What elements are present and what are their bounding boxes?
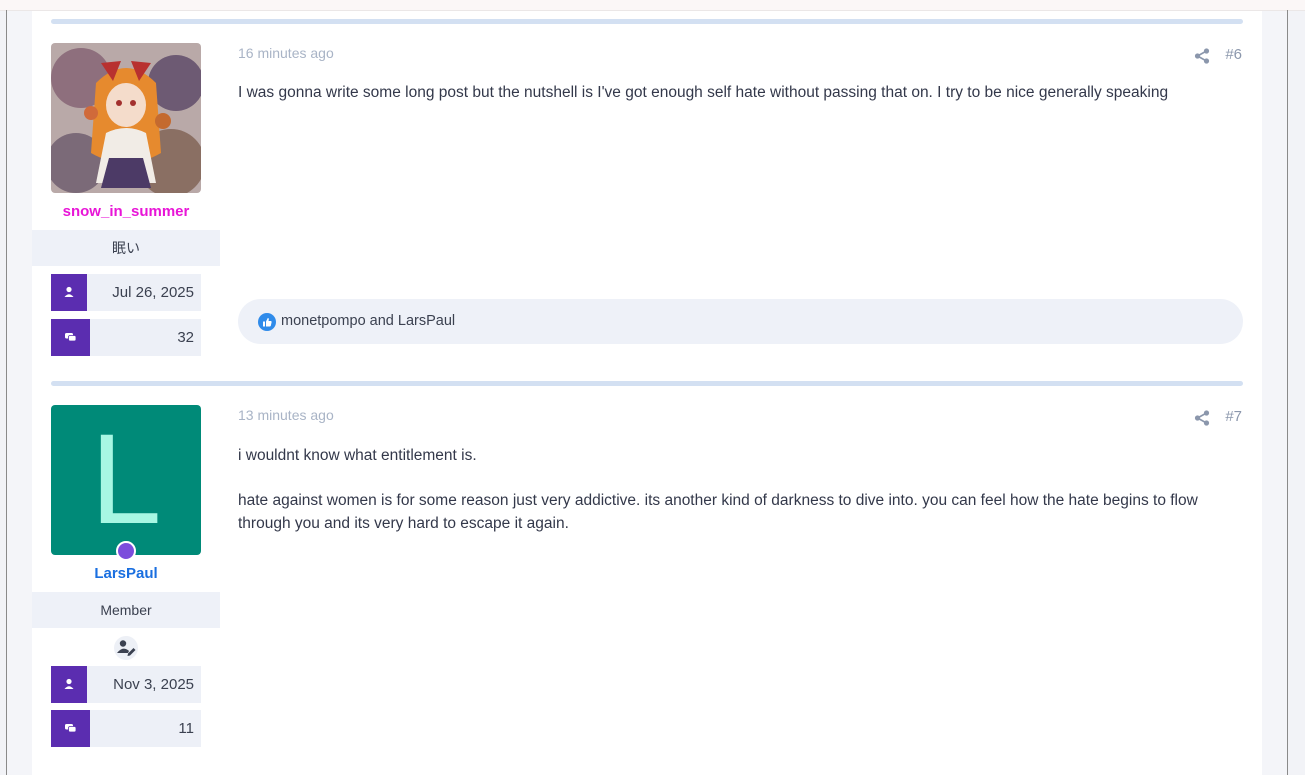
like-icon xyxy=(258,313,276,331)
user-edit-icon xyxy=(114,636,138,660)
message-count: 11 xyxy=(178,720,194,737)
joined-date: Nov 3, 2025 xyxy=(113,676,194,693)
online-status-dot xyxy=(116,541,136,561)
thread-content: snow_in_summer 眠い Jul 26, 2025 32 16 min… xyxy=(32,11,1262,775)
post-paragraph: I was gonna write some long post but the… xyxy=(238,84,1169,101)
post-paragraph: i wouldnt know what entitlement is. xyxy=(238,447,477,464)
username[interactable]: snow_in_summer xyxy=(32,203,220,220)
avatar-letter: L xyxy=(51,405,201,555)
post-number[interactable]: #7 xyxy=(1225,408,1242,425)
left-gutter xyxy=(7,11,32,775)
joined-date: Jul 26, 2025 xyxy=(112,284,194,301)
post-body: I was gonna write some long post but the… xyxy=(238,81,1228,104)
post-paragraph: hate against women is for some reason ju… xyxy=(238,492,1198,532)
share-icon[interactable] xyxy=(1194,48,1210,64)
browser-top-strip xyxy=(0,0,1305,11)
right-gutter xyxy=(1262,11,1287,775)
comments-icon xyxy=(51,319,90,356)
post-time[interactable]: 16 minutes ago xyxy=(238,45,334,61)
post-body: i wouldnt know what entitlement is. hate… xyxy=(238,444,1228,535)
message-count: 32 xyxy=(177,329,194,346)
frame-border-right xyxy=(1287,10,1288,775)
frame-border-left xyxy=(6,10,7,775)
post-time[interactable]: 13 minutes ago xyxy=(238,407,334,423)
avatar[interactable] xyxy=(51,43,201,193)
joined-stat: Nov 3, 2025 xyxy=(51,666,201,703)
joined-stat: Jul 26, 2025 xyxy=(51,274,201,311)
post-number[interactable]: #6 xyxy=(1225,46,1242,63)
messages-stat: 32 xyxy=(51,319,201,356)
user-icon xyxy=(51,274,87,311)
share-icon[interactable] xyxy=(1194,410,1210,426)
user-title: 眠い xyxy=(32,230,220,266)
comments-icon xyxy=(51,710,90,747)
user-title: Member xyxy=(32,592,220,628)
post-separator xyxy=(51,19,1243,24)
reactions-text[interactable]: monetpompo and LarsPaul xyxy=(281,299,455,344)
username[interactable]: LarsPaul xyxy=(32,565,220,582)
messages-stat: 11 xyxy=(51,710,201,747)
avatar-illustration xyxy=(51,43,201,193)
avatar[interactable]: L xyxy=(51,405,201,555)
reactions-bar[interactable]: monetpompo and LarsPaul xyxy=(238,299,1243,344)
post-separator xyxy=(51,381,1243,386)
user-icon xyxy=(51,666,87,703)
